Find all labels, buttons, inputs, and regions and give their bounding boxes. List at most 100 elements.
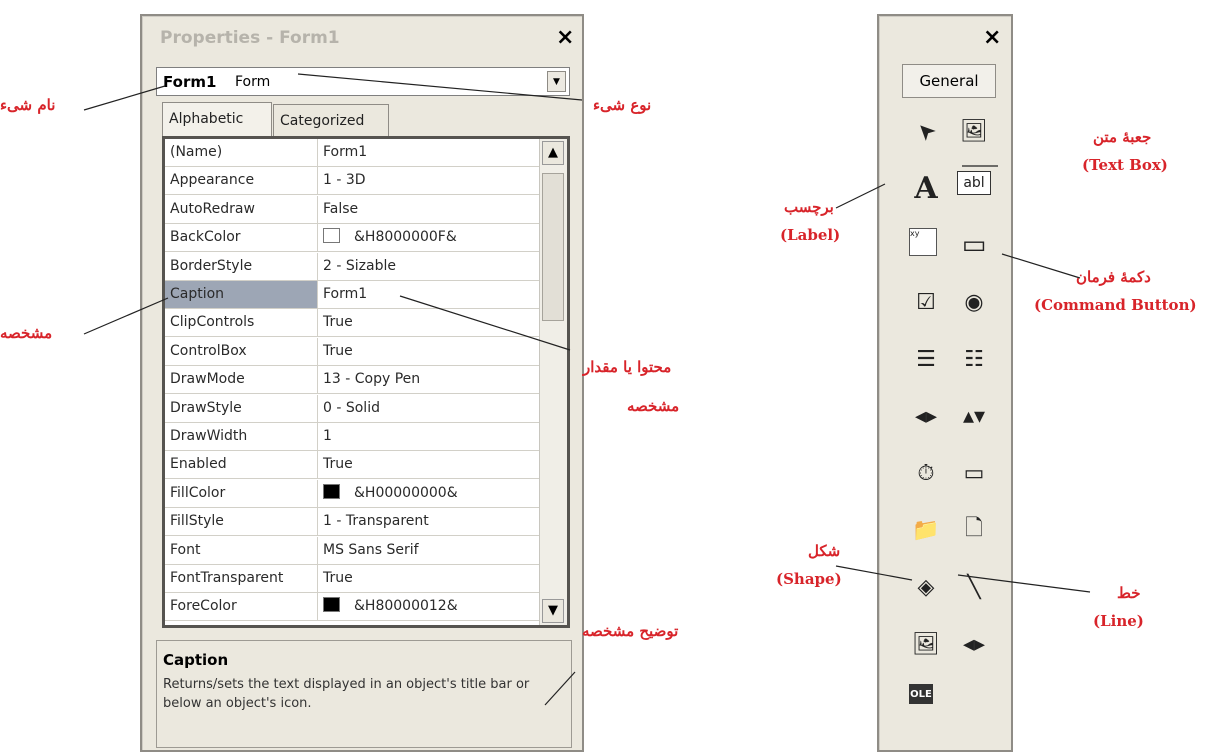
object-selector[interactable]: Form1 Form ▼ xyxy=(156,67,570,96)
property-row[interactable]: Appearance 1 - 3D xyxy=(165,167,541,196)
ole-icon[interactable]: OLE xyxy=(909,684,933,704)
property-name: FontTransparent xyxy=(165,565,318,592)
property-row[interactable]: (Name) Form1 xyxy=(165,139,541,167)
drivelistbox-icon[interactable]: ▭ xyxy=(957,456,991,490)
property-value[interactable]: &H80000012& xyxy=(323,593,458,620)
property-value[interactable]: &H8000000F& xyxy=(323,224,457,251)
property-value[interactable]: False xyxy=(323,196,358,223)
property-row[interactable]: DrawWidth 1 xyxy=(165,423,541,451)
property-row[interactable]: Font MS Sans Serif xyxy=(165,536,541,565)
property-name: ForeColor xyxy=(165,593,318,621)
frame-icon[interactable]: xy xyxy=(909,228,937,256)
textbox-icon[interactable]: abl xyxy=(957,171,991,195)
tab-alphabetic[interactable]: Alphabetic xyxy=(162,102,272,136)
annotation-object-name: نام شیء xyxy=(0,96,56,114)
annotation-line-en: (Line) xyxy=(1093,612,1144,630)
annotation-textbox-fa: جعبهٔ متن xyxy=(1093,128,1152,146)
description-text: Returns/sets the text displayed in an ob… xyxy=(163,677,530,711)
object-type: Form xyxy=(235,74,271,90)
property-value-text: &H8000000F& xyxy=(354,229,457,246)
property-name: ControlBox xyxy=(165,337,318,365)
property-value[interactable]: True xyxy=(323,338,353,365)
tab-categorized[interactable]: Categorized xyxy=(273,104,389,136)
property-row[interactable]: Enabled True xyxy=(165,451,541,480)
property-value[interactable]: 2 - Sizable xyxy=(323,253,396,280)
property-row[interactable]: AutoRedraw False xyxy=(165,195,541,224)
property-value[interactable]: MS Sans Serif xyxy=(323,537,419,564)
vscrollbar-icon[interactable]: ▴▾ xyxy=(957,399,991,433)
property-row[interactable]: FillColor &H00000000& xyxy=(165,479,541,508)
color-swatch xyxy=(323,228,340,244)
property-name: ClipControls xyxy=(165,309,318,337)
property-value-text: True xyxy=(323,456,353,473)
property-value-text: True xyxy=(323,314,353,331)
picturebox-icon[interactable]: 🖼 xyxy=(957,114,991,148)
property-name: AutoRedraw xyxy=(165,195,318,223)
object-name: Form1 xyxy=(163,73,217,91)
scroll-thumb[interactable] xyxy=(542,173,564,321)
property-value[interactable]: 1 - 3D xyxy=(323,167,366,194)
property-value-text: 1 - 3D xyxy=(323,172,366,189)
property-row[interactable]: Caption Form1 xyxy=(165,281,541,309)
image-icon[interactable]: 🖼 xyxy=(909,627,943,661)
vertical-scrollbar[interactable]: ▲ ▼ xyxy=(539,139,567,625)
property-value[interactable]: True xyxy=(323,565,353,592)
property-value-text: Form1 xyxy=(323,286,368,302)
property-value[interactable]: 13 - Copy Pen xyxy=(323,366,420,393)
property-description-panel: Caption Returns/sets the text displayed … xyxy=(156,640,572,748)
property-value[interactable]: True xyxy=(323,309,353,336)
label-icon[interactable]: A xyxy=(909,171,943,206)
toolbox-close-button[interactable]: × xyxy=(983,27,1001,49)
property-name: Enabled xyxy=(165,451,318,479)
combobox-icon[interactable]: ☰ xyxy=(909,342,943,376)
checkbox-icon[interactable]: ☑ xyxy=(909,285,943,319)
hscrollbar-icon[interactable]: ◂▸ xyxy=(909,399,943,433)
scroll-up-button[interactable]: ▲ xyxy=(542,141,564,165)
data-icon[interactable]: ◂▸ xyxy=(957,627,991,661)
properties-close-button[interactable]: × xyxy=(556,27,574,49)
property-value-text: 2 - Sizable xyxy=(323,257,396,274)
property-row[interactable]: ForeColor &H80000012& xyxy=(165,593,541,622)
annotation-object-type: نوع شیء xyxy=(593,96,652,114)
property-value[interactable]: Form1 xyxy=(323,139,367,166)
chevron-down-icon[interactable]: ▼ xyxy=(547,71,566,92)
property-value[interactable]: &H00000000& xyxy=(323,480,458,507)
toolbox-tab-general[interactable]: General xyxy=(902,64,996,98)
command-button-icon[interactable]: ▭ xyxy=(957,228,991,262)
property-grid: (Name) Form1 Appearance 1 - 3D AutoRedraw Fal… xyxy=(162,136,570,628)
property-value-text: 13 - Copy Pen xyxy=(323,371,421,388)
property-row[interactable]: ControlBox True xyxy=(165,337,541,366)
pointer-icon[interactable]: ➤ xyxy=(902,107,950,155)
annotation-shape-fa: شکل xyxy=(808,542,841,560)
dirlistbox-icon[interactable]: 📁 xyxy=(909,513,943,547)
property-row[interactable]: ClipControls True xyxy=(165,309,541,338)
property-row[interactable]: DrawMode 13 - Copy Pen xyxy=(165,366,541,395)
annotation-command-fa: دکمهٔ فرمان xyxy=(1076,268,1151,286)
property-value[interactable]: 1 xyxy=(323,423,332,450)
property-value[interactable]: Form1 xyxy=(323,281,367,308)
option-button-icon[interactable]: ◉ xyxy=(957,285,991,319)
line-icon[interactable]: ╲ xyxy=(957,570,991,604)
property-value[interactable]: 1 - Transparent xyxy=(323,508,429,535)
scroll-down-button[interactable]: ▼ xyxy=(542,599,564,623)
properties-window: Properties - Form1 × Form1 Form ▼ Alphab… xyxy=(140,14,584,752)
annotation-textbox-en: (Text Box) xyxy=(1082,156,1168,174)
property-row[interactable]: BorderStyle 2 - Sizable xyxy=(165,252,541,281)
shape-icon[interactable]: ◈ xyxy=(909,570,943,604)
timer-icon[interactable]: ⏱ xyxy=(909,456,943,490)
property-row[interactable]: FillStyle 1 - Transparent xyxy=(165,508,541,537)
property-row[interactable]: DrawStyle 0 - Solid xyxy=(165,394,541,423)
filelistbox-icon[interactable]: 🗋 xyxy=(957,513,991,547)
property-value-text: MS Sans Serif xyxy=(323,541,419,558)
property-value[interactable]: 0 - Solid xyxy=(323,395,380,422)
property-value[interactable]: True xyxy=(323,451,353,478)
property-row[interactable]: FontTransparent True xyxy=(165,565,541,593)
annotation-property: مشخصه xyxy=(0,324,53,342)
property-name: (Name) xyxy=(165,139,318,166)
property-value-text: &H00000000& xyxy=(354,484,458,501)
property-row[interactable]: BackColor &H8000000F& xyxy=(165,224,541,253)
annotation-line-fa: خط xyxy=(1117,584,1141,602)
properties-title: Properties - Form1 xyxy=(160,28,340,48)
listbox-icon[interactable]: ☷ xyxy=(957,342,991,376)
color-swatch xyxy=(323,483,340,499)
